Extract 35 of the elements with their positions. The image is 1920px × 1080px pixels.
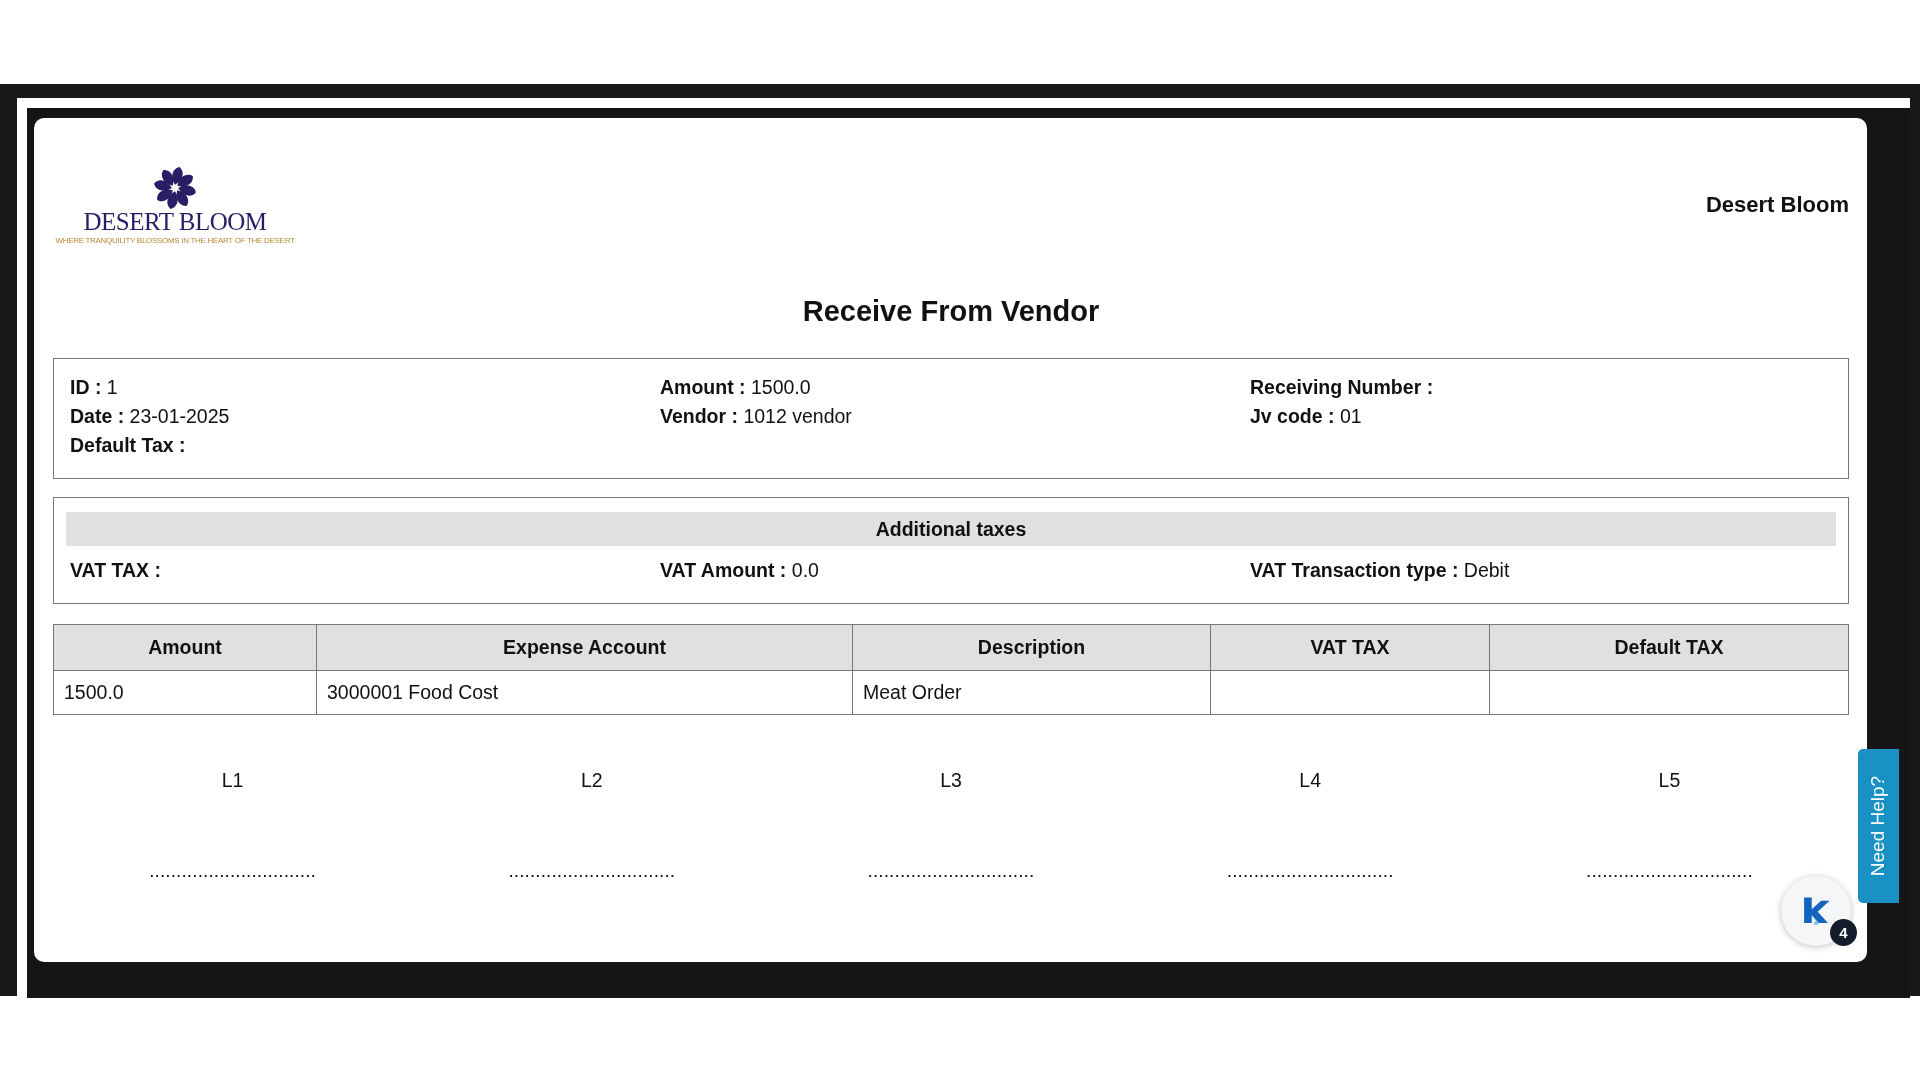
info-field: Default Tax :	[70, 431, 660, 460]
column-header: VAT TAX	[1210, 624, 1490, 671]
page-title: Receive From Vendor	[801, 295, 1101, 328]
info-field: ID : 1	[70, 373, 660, 402]
logo-tagline: WHERE TRANQUILITY BLOSSOMS IN THE HEART OF THE DESERT	[55, 236, 295, 245]
signature-label: L5	[1658, 769, 1681, 792]
column-header: Amount	[53, 624, 317, 671]
signature-label: L1	[221, 769, 244, 792]
info-field: Vendor : 1012 vendor	[660, 402, 1250, 431]
info-field: Date : 23-01-2025	[70, 402, 660, 431]
section-heading: Additional taxes	[66, 512, 1836, 546]
signature-line: ...............................	[149, 860, 316, 882]
table-cell: Meat Order	[852, 670, 1211, 715]
info-field: Amount : 1500.0	[660, 373, 1250, 402]
signature-line: ...............................	[867, 860, 1035, 882]
tax-field: VAT Transaction type : Debit	[1250, 556, 1832, 585]
signature-label: L4	[1299, 769, 1322, 792]
signature-label: L2	[580, 769, 603, 792]
info-field: Jv code : 01	[1250, 402, 1832, 431]
company-name: Desert Bloom	[1705, 192, 1849, 218]
table-cell: 1500.0	[53, 670, 317, 715]
column-header: Description	[852, 624, 1211, 671]
flower-logo-icon	[153, 166, 197, 210]
logo-wordmark: DESERT BLOOM	[83, 210, 267, 234]
column-header: Default TAX	[1489, 624, 1849, 671]
signature-line: ...............................	[1586, 860, 1753, 882]
tax-field: VAT TAX :	[70, 556, 660, 585]
signature-line: ...............................	[1226, 860, 1394, 882]
column-header: Expense Account	[316, 624, 853, 671]
signature-line: ...............................	[508, 860, 676, 882]
table-cell: 3000001 Food Cost	[316, 670, 853, 715]
signature-label: L3	[940, 769, 962, 792]
help-tab[interactable]: Need Help?	[1858, 749, 1899, 903]
info-field: Receiving Number :	[1250, 373, 1832, 402]
tax-field: VAT Amount : 0.0	[660, 556, 1250, 585]
